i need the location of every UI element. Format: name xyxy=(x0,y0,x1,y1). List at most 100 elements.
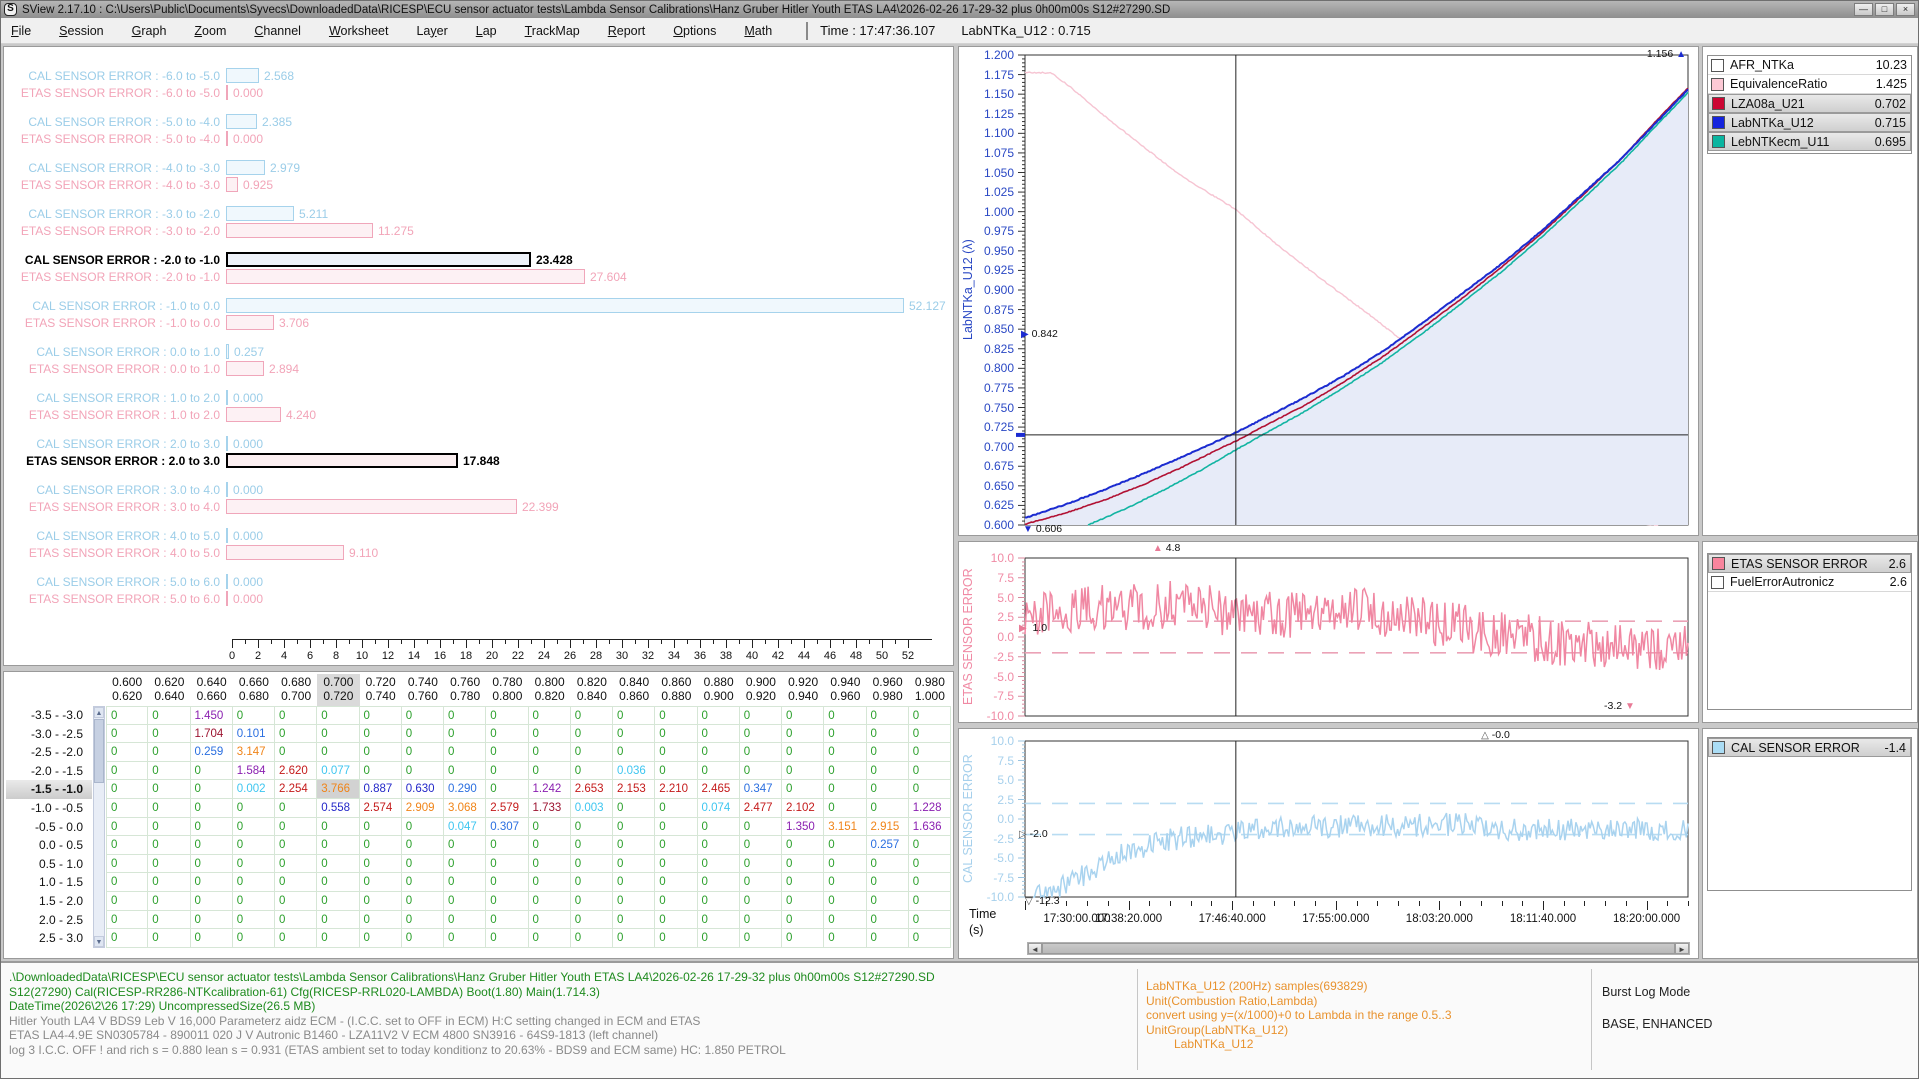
legend-row[interactable]: AFR_NTKa10.23 xyxy=(1708,56,1911,75)
table-cell[interactable]: 0 xyxy=(909,873,951,892)
table-cell[interactable]: 0 xyxy=(655,892,697,911)
table-cell[interactable]: 0.101 xyxy=(233,725,275,744)
table-cell[interactable]: 0 xyxy=(106,892,148,911)
histogram-row[interactable]: CAL SENSOR ERROR : -6.0 to -5.02.568 xyxy=(4,67,953,84)
table-cell[interactable]: 0 xyxy=(529,873,571,892)
cal-error-bar[interactable] xyxy=(226,574,228,589)
row-header[interactable]: 1.0 - 1.5 xyxy=(6,873,92,892)
table-cell[interactable]: 0 xyxy=(106,725,148,744)
table-cell[interactable]: 0 xyxy=(740,725,782,744)
table-cell[interactable]: 0 xyxy=(698,725,740,744)
column-header[interactable]: 0.9600.980 xyxy=(867,674,909,706)
table-cell[interactable]: 0 xyxy=(782,780,824,799)
etas-error-bar[interactable] xyxy=(226,499,517,514)
table-cell[interactable]: 0 xyxy=(824,836,866,855)
table-cell[interactable]: 0.077 xyxy=(317,762,359,781)
histogram-row[interactable]: ETAS SENSOR ERROR : 0.0 to 1.02.894 xyxy=(4,360,953,377)
table-cell[interactable]: 2.620 xyxy=(275,762,317,781)
table-cell[interactable]: 0 xyxy=(655,818,697,837)
table-cell[interactable]: 0 xyxy=(824,855,866,874)
table-cell[interactable]: 0 xyxy=(275,706,317,725)
histogram-panel[interactable]: CAL SENSOR ERROR : -6.0 to -5.02.568 ETAS… xyxy=(3,46,954,666)
table-cell[interactable]: 0 xyxy=(191,873,233,892)
table-cell[interactable]: 0 xyxy=(191,780,233,799)
table-cell[interactable]: 0.003 xyxy=(571,799,613,818)
column-header[interactable]: 0.9200.940 xyxy=(782,674,824,706)
table-cell[interactable]: 0 xyxy=(317,911,359,930)
histogram-row[interactable]: CAL SENSOR ERROR : 0.0 to 1.00.257 xyxy=(4,343,953,360)
table-cell[interactable]: 0 xyxy=(275,911,317,930)
table-cell[interactable]: 0 xyxy=(486,725,528,744)
column-header[interactable]: 0.7400.760 xyxy=(402,674,444,706)
cal-error-bar[interactable] xyxy=(226,344,229,359)
table-cell[interactable]: 0 xyxy=(529,762,571,781)
scroll-down-arrow-icon[interactable]: ▼ xyxy=(94,936,104,947)
histogram-row[interactable]: CAL SENSOR ERROR : 2.0 to 3.00.000 xyxy=(4,435,953,452)
histogram-row[interactable]: ETAS SENSOR ERROR : 2.0 to 3.017.848 xyxy=(4,452,953,469)
table-cell[interactable]: 0 xyxy=(782,762,824,781)
table-cell[interactable]: 0 xyxy=(233,799,275,818)
table-cell[interactable]: 0.347 xyxy=(740,780,782,799)
table-cell[interactable]: 0 xyxy=(740,743,782,762)
table-cell[interactable]: 0 xyxy=(148,706,190,725)
column-header[interactable]: 0.9000.920 xyxy=(740,674,782,706)
table-cell[interactable]: 0 xyxy=(148,818,190,837)
table-cell[interactable]: 0 xyxy=(317,873,359,892)
table-cell[interactable]: 0 xyxy=(486,780,528,799)
table-cell[interactable]: 0 xyxy=(909,780,951,799)
table-cell[interactable]: 0 xyxy=(444,929,486,948)
cal-error-bar[interactable] xyxy=(226,298,904,313)
cal-error-bar[interactable] xyxy=(226,528,228,543)
etas-error-bar[interactable] xyxy=(226,453,458,468)
histogram-row[interactable]: CAL SENSOR ERROR : -5.0 to -4.02.385 xyxy=(4,113,953,130)
table-cell[interactable]: 0 xyxy=(317,818,359,837)
table-cell[interactable]: 0 xyxy=(613,818,655,837)
table-cell[interactable]: 0 xyxy=(782,855,824,874)
histogram-row[interactable]: CAL SENSOR ERROR : 5.0 to 6.00.000 xyxy=(4,573,953,590)
table-cell[interactable]: 0 xyxy=(909,911,951,930)
cal-error-bar[interactable] xyxy=(226,390,228,405)
table-cell[interactable]: 2.102 xyxy=(782,799,824,818)
legend-row[interactable]: EquivalenceRatio1.425 xyxy=(1708,75,1911,94)
table-cell[interactable]: 0.074 xyxy=(698,799,740,818)
table-cell[interactable]: 0 xyxy=(317,855,359,874)
table-cell[interactable]: 0 xyxy=(275,892,317,911)
table-cell[interactable]: 0 xyxy=(148,911,190,930)
column-header[interactable]: 0.8600.880 xyxy=(655,674,697,706)
table-cell[interactable]: 0 xyxy=(360,873,402,892)
table-cell[interactable]: 0 xyxy=(740,706,782,725)
table-cell[interactable]: 0 xyxy=(529,929,571,948)
table-cell[interactable]: 0 xyxy=(360,743,402,762)
table-cell[interactable]: 0 xyxy=(486,706,528,725)
table-cell[interactable]: 0 xyxy=(402,892,444,911)
table-cell[interactable]: 0 xyxy=(698,818,740,837)
histogram-row[interactable]: ETAS SENSOR ERROR : -1.0 to 0.03.706 xyxy=(4,314,953,331)
table-cell[interactable]: 0 xyxy=(571,911,613,930)
table-cell[interactable]: 0 xyxy=(655,836,697,855)
table-cell[interactable]: 0 xyxy=(698,873,740,892)
histogram-row[interactable]: ETAS SENSOR ERROR : 1.0 to 2.04.240 xyxy=(4,406,953,423)
column-header[interactable]: 0.7600.780 xyxy=(444,674,486,706)
histogram-row[interactable]: ETAS SENSOR ERROR : -4.0 to -3.00.925 xyxy=(4,176,953,193)
etas-error-chart[interactable]: -10.0-7.5-5.0-2.50.02.55.07.510.0ETAS SE… xyxy=(959,542,1698,722)
table-cell[interactable]: 0 xyxy=(571,762,613,781)
menu-session[interactable]: Session xyxy=(59,24,103,38)
table-cell[interactable]: 0 xyxy=(402,855,444,874)
table-cell[interactable]: 2.477 xyxy=(740,799,782,818)
legend-row[interactable]: LabNTKa_U120.715 xyxy=(1708,113,1911,132)
table-cell[interactable]: 0 xyxy=(824,911,866,930)
table-cell[interactable]: 0 xyxy=(782,892,824,911)
table-cell[interactable]: 0 xyxy=(402,706,444,725)
table-cell[interactable]: 0 xyxy=(148,762,190,781)
table-cell[interactable]: 1.228 xyxy=(909,799,951,818)
table-cell[interactable]: 0 xyxy=(317,743,359,762)
table-cell[interactable]: 0 xyxy=(909,892,951,911)
table-cell[interactable]: 0 xyxy=(655,855,697,874)
row-header[interactable]: -2.0 - -1.5 xyxy=(6,762,92,781)
table-cell[interactable]: 0 xyxy=(106,799,148,818)
row-header[interactable]: -2.5 - -2.0 xyxy=(6,743,92,762)
table-cell[interactable]: 0 xyxy=(909,929,951,948)
column-header[interactable]: 0.7800.800 xyxy=(486,674,528,706)
row-header[interactable]: -0.5 - 0.0 xyxy=(6,818,92,837)
table-cell[interactable]: 0 xyxy=(571,855,613,874)
